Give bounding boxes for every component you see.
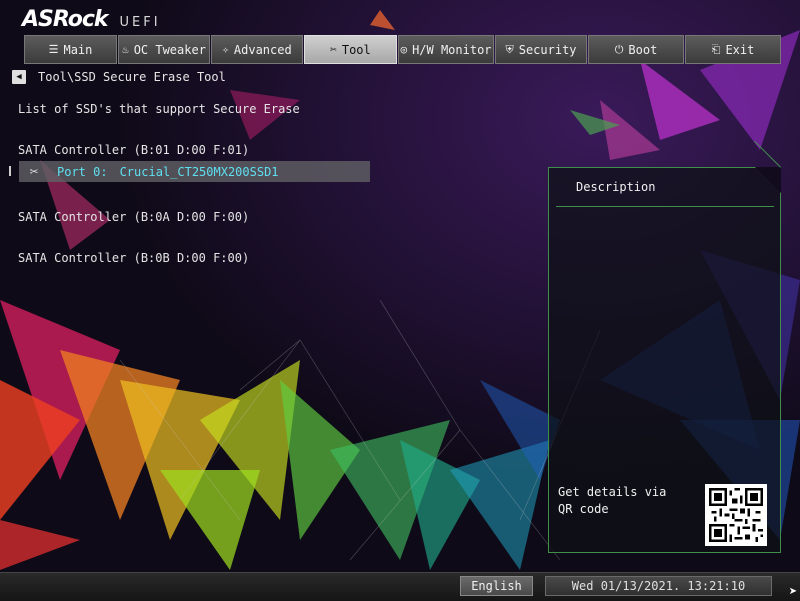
tool-icon: ✂ [330, 43, 337, 56]
panel-corner-cut [755, 167, 781, 193]
language-button[interactable]: English [460, 576, 533, 596]
description-title: Description [576, 180, 656, 194]
ssd-port-0-item[interactable]: ✂ Port 0: Crucial_CT250MX200SSD1 [9, 161, 370, 182]
tab-tool-label: Tool [341, 42, 371, 57]
mouse-cursor-icon: ➤ [789, 584, 798, 600]
tab-security[interactable]: ⛨ Security [495, 35, 587, 64]
monitor-icon: ◎ [400, 43, 408, 56]
shield-icon: ⛨ [505, 42, 514, 56]
wrench-icon: ✂ [29, 163, 39, 180]
page-heading: List of SSD's that support Secure Erase [18, 102, 300, 116]
port-label: Port 0: [57, 164, 108, 179]
asrock-logo: ASRock UEFI [22, 7, 161, 32]
tab-oc-tweaker[interactable]: ♨ OC Tweaker [118, 35, 210, 64]
tab-exit-label: Exit [725, 42, 755, 57]
ssd-model: Crucial_CT250MX200SSD1 [119, 164, 279, 179]
tab-main-label: Main [63, 42, 93, 57]
power-icon: ⏻ [614, 42, 624, 56]
tweaker-icon: ♨ [122, 43, 129, 56]
sata-controller-2: SATA Controller (B:0A D:00 F:00) [18, 210, 250, 224]
selection-marker [9, 166, 11, 176]
tab-hw-monitor-label: H/W Monitor [412, 42, 492, 57]
tab-advanced-label: Advanced [233, 42, 292, 57]
description-divider [556, 206, 774, 207]
tab-exit[interactable]: ⎗ Exit [685, 35, 781, 64]
tab-main[interactable]: ☰ Main [24, 35, 117, 64]
exit-icon: ⎗ [711, 42, 721, 56]
description-panel: Description Get details via QR code [548, 140, 781, 553]
qr-caption: Get details via QR code [558, 485, 667, 516]
tab-advanced[interactable]: ✧ Advanced [211, 35, 303, 64]
tab-boot[interactable]: ⏻ Boot [588, 35, 684, 64]
list-icon: ☰ [48, 43, 59, 56]
tab-boot-label: Boot [628, 42, 658, 57]
breadcrumb-path: Tool\SSD Secure Erase Tool [38, 70, 226, 84]
tab-tool[interactable]: ✂ Tool [304, 35, 397, 64]
tab-security-label: Security [518, 42, 577, 57]
main-tab-bar: ☰ Main ♨ OC Tweaker ✧ Advanced ✂ Tool ◎ … [24, 35, 800, 64]
brand-name: ASRock [22, 7, 109, 32]
datetime-display: Wed 01/13/2021. 13:21:10 [545, 576, 772, 596]
tab-hw-monitor[interactable]: ◎ H/W Monitor [398, 35, 494, 64]
qr-code-icon [705, 484, 767, 546]
brand-product: UEFI [119, 15, 161, 30]
tab-oc-tweaker-label: OC Tweaker [133, 42, 206, 57]
sata-controller-3: SATA Controller (B:0B D:00 F:00) [18, 251, 250, 265]
advanced-icon: ✧ [222, 43, 229, 56]
back-arrow-icon[interactable]: ◀ [12, 70, 26, 84]
breadcrumb: ◀ Tool\SSD Secure Erase Tool [12, 70, 226, 84]
sata-controller-1: SATA Controller (B:01 D:00 F:01) [18, 143, 250, 157]
